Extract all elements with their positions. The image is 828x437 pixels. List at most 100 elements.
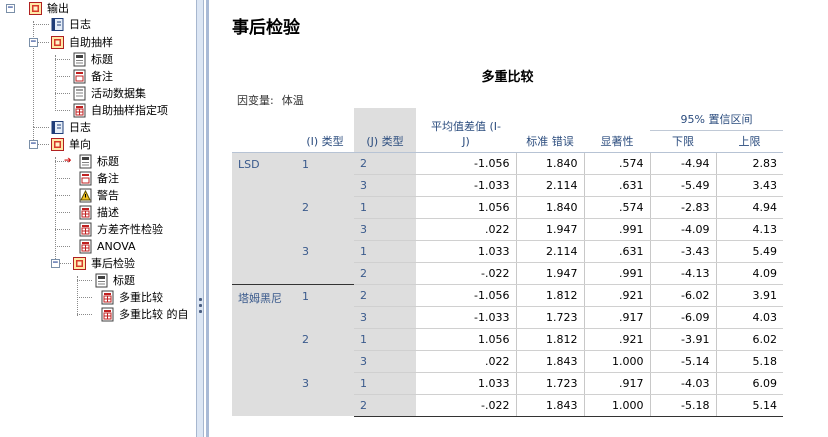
i-type-value: 2 [296, 328, 354, 372]
significance-value: 1.000 [584, 350, 651, 373]
header-text: J) [462, 134, 470, 148]
upper-bound-value: 4.94 [716, 196, 784, 219]
tree-item-label: 日志 [69, 121, 91, 134]
tree-item-notes[interactable]: 备注 [72, 68, 113, 85]
tree-item-anova[interactable]: ANOVA [78, 238, 136, 255]
collapse-toggle-bootstrap[interactable]: − [29, 38, 38, 47]
mean-difference-value: -.022 [416, 262, 517, 285]
title-page-icon [73, 52, 86, 67]
tree-item-multiple-comparisons[interactable]: 多重比较 [100, 289, 163, 306]
tree-item-label: 单向 [69, 138, 91, 151]
j-type-value: 1 [354, 196, 416, 219]
lower-bound-value: -4.13 [650, 262, 717, 285]
lower-bound-value: -4.09 [650, 218, 717, 241]
significance-value: .574 [584, 151, 651, 175]
output-book-icon [51, 138, 64, 151]
output-book-icon [29, 2, 42, 15]
upper-bound-value: 4.09 [716, 262, 784, 285]
significance-value: .991 [584, 218, 651, 241]
grip-dot [199, 310, 202, 313]
output-book-icon [51, 36, 64, 49]
tree-item-log[interactable]: 日志 [50, 16, 91, 33]
tree-item-multiple-comparisons-bootstrap[interactable]: 多重比较 的自 [100, 306, 189, 323]
mean-difference-value: 1.056 [416, 196, 517, 219]
tree-item-output[interactable]: 输出 [28, 0, 69, 17]
significance-value: .631 [584, 174, 651, 197]
significance-value: .921 [584, 283, 651, 307]
lower-bound-value: -4.94 [650, 151, 717, 175]
tree-item-title-3[interactable]: 标题 [94, 272, 135, 289]
method-label: LSD [232, 151, 296, 284]
collapse-toggle-output[interactable]: − [6, 4, 15, 13]
j-type-value: 2 [354, 283, 416, 307]
tree-item-title-2[interactable]: 标题 [78, 153, 119, 170]
tree-item-label: 警告 [97, 189, 119, 202]
upper-bound-value: 5.49 [716, 240, 784, 263]
tree-item-bootstrap[interactable]: 自助抽样 [50, 34, 113, 51]
page-icon [73, 86, 86, 101]
multiple-comparisons-table[interactable]: 平均值差值 (I- J) 95% 置信区间 (I) 类型 (J) 类型 标准 错… [232, 108, 784, 417]
tree-item-active-dataset[interactable]: 活动数据集 [72, 85, 146, 102]
tree-item-label: 标题 [97, 155, 119, 168]
tree-item-title[interactable]: 标题 [72, 51, 113, 68]
collapse-toggle-oneway[interactable]: − [29, 140, 38, 149]
tree-item-posthoc[interactable]: 事后检验 [72, 255, 135, 272]
j-type-value: 2 [354, 151, 416, 175]
significance-value: 1.000 [584, 394, 651, 417]
header-std-error: 标准 错误 [516, 130, 584, 153]
tree-item-label: 标题 [113, 274, 135, 287]
significance-value: .921 [584, 328, 651, 351]
header-confidence-interval: 95% 置信区间 [650, 108, 784, 131]
std-error-value: 1.840 [516, 196, 585, 219]
tree-item-label: 多重比较 [119, 291, 163, 304]
j-type-value: 3 [354, 174, 416, 197]
j-type-value: 3 [354, 218, 416, 241]
tree-item-label: 输出 [47, 2, 69, 15]
grip-dot [199, 298, 202, 301]
grip-dot [199, 304, 202, 307]
table-row: 2 1 1.056 1.840.574 -2.83 4.94 [232, 196, 784, 240]
header-blank [232, 130, 296, 153]
upper-bound-value: 4.03 [716, 306, 784, 329]
tree-item-label: 日志 [69, 18, 91, 31]
std-error-value: 2.114 [516, 240, 585, 263]
output-book-icon [73, 257, 86, 270]
mean-difference-value: -1.056 [416, 151, 517, 175]
std-error-value: 2.114 [516, 174, 585, 197]
tree-item-label: 多重比较 的自 [119, 308, 189, 321]
i-type-value: 2 [296, 196, 354, 240]
tree-item-notes-2[interactable]: 备注 [78, 170, 119, 187]
tree-item-label: 备注 [91, 70, 113, 83]
header-blank [296, 108, 354, 130]
upper-bound-value: 3.43 [716, 174, 784, 197]
title-page-icon [95, 273, 108, 288]
tree-item-warning[interactable]: 警告 [78, 187, 119, 204]
lower-bound-value: -5.14 [650, 350, 717, 373]
tree-item-descriptives[interactable]: 描述 [78, 204, 119, 221]
collapse-toggle-posthoc[interactable]: − [51, 259, 60, 268]
mean-difference-value: 1.056 [416, 328, 517, 351]
lower-bound-value: -6.09 [650, 306, 717, 329]
output-navigator-tree[interactable]: − − − − ➔ 输出 日志 自助抽样 标题 备注 活动数据集 自助抽样指定项… [0, 0, 196, 437]
significance-value: .917 [584, 306, 651, 329]
table-page-icon [101, 307, 114, 322]
std-error-value: 1.812 [516, 283, 585, 307]
j-type-value: 1 [354, 240, 416, 263]
i-type-value: 1 [296, 151, 354, 196]
mean-difference-value: .022 [416, 218, 517, 241]
tree-item-oneway[interactable]: 单向 [50, 136, 91, 153]
i-type-value: 1 [296, 283, 354, 328]
tree-item-label: 备注 [97, 172, 119, 185]
lower-bound-value: -3.43 [650, 240, 717, 263]
pane-splitter-handle[interactable] [196, 0, 204, 437]
i-type-value: 3 [296, 372, 354, 416]
header-corner [232, 108, 296, 130]
header-upper-bound: 上限 [716, 130, 784, 153]
tree-item-log-2[interactable]: 日志 [50, 119, 91, 136]
tree-item-bootstrap-specs[interactable]: 自助抽样指定项 [72, 102, 168, 119]
j-type-value: 2 [354, 394, 416, 417]
tree-item-homogeneity-test[interactable]: 方差齐性检验 [78, 221, 163, 238]
mean-difference-value: 1.033 [416, 372, 517, 395]
table-row: LSD 1 2 -1.056 1.840.574 -4.94 2.83 [232, 151, 784, 284]
j-type-value: 1 [354, 372, 416, 395]
